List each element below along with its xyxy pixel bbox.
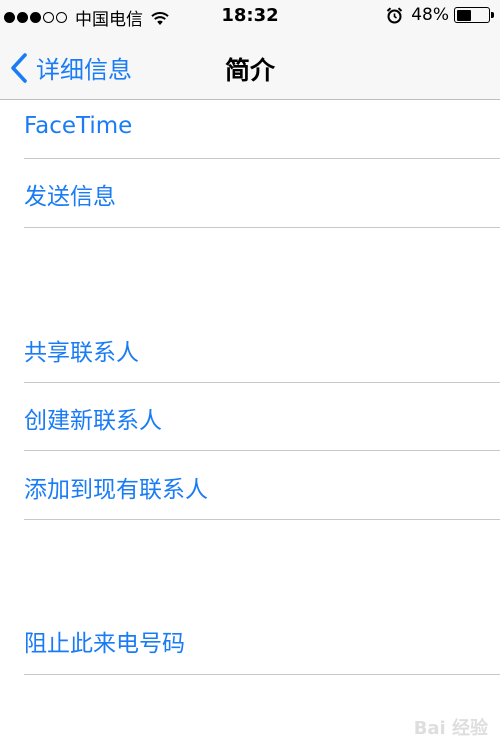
separator [24,382,500,383]
separator [24,450,500,451]
alarm-icon [387,6,403,23]
separator [24,227,500,228]
create-new-contact-item[interactable]: 创建新联系人 [24,384,500,452]
separator [24,519,500,520]
status-right: 48% [386,5,494,25]
watermark: Bai 经验 [413,718,488,739]
separator [24,674,500,675]
status-bar: 中国电信 18:32 48% [0,0,500,34]
navigation-bar: 详细信息 简介 [0,36,500,98]
send-message-item[interactable]: 发送信息 [24,160,500,228]
battery-cap [491,12,494,18]
top-bar: 中国电信 18:32 48% 详细信息 简介 [0,0,500,100]
battery-percent: 48% [411,5,449,25]
block-caller-item[interactable]: 阻止此来电号码 [24,607,500,675]
battery-fill [456,9,472,21]
add-to-existing-contact-item[interactable]: 添加到现有联系人 [24,453,500,521]
battery-icon [454,7,494,23]
share-contact-item[interactable]: 共享联系人 [24,316,500,384]
separator [24,158,500,159]
page-title: 简介 [224,56,275,85]
facetime-item[interactable]: FaceTime [24,92,500,160]
